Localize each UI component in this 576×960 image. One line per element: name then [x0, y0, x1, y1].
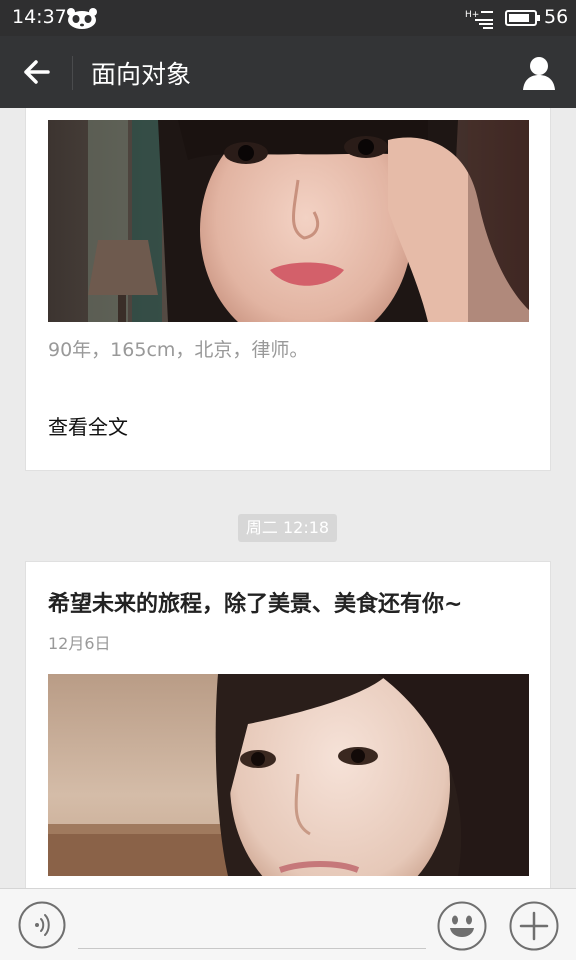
signal-icon: H+	[465, 10, 493, 29]
network-label: H+	[465, 10, 479, 20]
article-description: 90年，165cm，北京，律师。	[48, 339, 309, 361]
article-card[interactable]: 90年，165cm，北京，律师。 查看全文	[25, 108, 551, 471]
article-card[interactable]: 希望未来的旅程，除了美景、美食还有你~ 12月6日	[25, 561, 551, 888]
article-photo[interactable]	[48, 120, 529, 322]
smiley-icon[interactable]	[437, 901, 487, 951]
portrait-photo	[48, 674, 529, 876]
voice-icon[interactable]	[18, 901, 66, 949]
panda-notification-icon	[67, 8, 97, 29]
page-title: 面向对象	[91, 60, 192, 89]
plus-icon[interactable]	[509, 901, 559, 951]
article-feed[interactable]: 90年，165cm，北京，律师。 查看全文 周二 12:18 希望未来的旅程，除…	[0, 108, 576, 888]
input-bar	[0, 888, 576, 960]
read-full-link[interactable]: 查看全文	[48, 411, 128, 440]
status-bar: 14:37 H+ 56	[0, 0, 576, 36]
status-time: 14:37	[12, 6, 67, 28]
message-input[interactable]	[78, 905, 426, 949]
timestamp-badge: 周二 12:18	[238, 514, 337, 542]
article-photo[interactable]	[48, 674, 529, 876]
article-date: 12月6日	[48, 634, 111, 653]
person-icon[interactable]	[518, 52, 560, 94]
battery-icon	[505, 10, 540, 26]
portrait-photo	[48, 120, 529, 322]
back-arrow-icon[interactable]	[14, 50, 58, 94]
article-title[interactable]: 希望未来的旅程，除了美景、美食还有你~	[48, 586, 462, 618]
title-bar: 面向对象	[0, 36, 576, 108]
title-divider	[72, 56, 73, 90]
battery-level: 56	[544, 6, 569, 28]
